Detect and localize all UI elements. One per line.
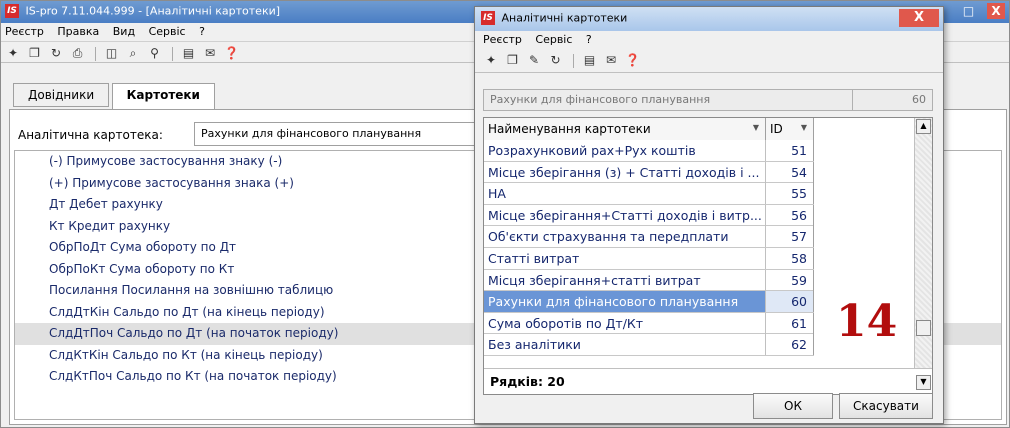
- cell-name: Без аналітики: [484, 334, 766, 356]
- analytic-cards-dialog: IS Аналітичні картотеки X Реєстр Сервіс …: [474, 6, 944, 424]
- sort-arrow-icon[interactable]: ▼: [801, 123, 807, 132]
- menu-item[interactable]: Сервіс: [149, 25, 186, 38]
- tab-strip: Довідники Картотеки: [13, 83, 215, 110]
- menu-item[interactable]: Вид: [113, 25, 135, 38]
- sort-arrow-icon[interactable]: ▼: [753, 123, 759, 132]
- form-icon[interactable]: ▤: [582, 52, 598, 68]
- close-button[interactable]: X: [987, 3, 1005, 19]
- table-row[interactable]: Об'єкти страхування та передплати 57: [484, 226, 814, 248]
- table-row[interactable]: Місце зберігання+Статті доходів і витр..…: [484, 204, 814, 227]
- tab-dovidnyky[interactable]: Довідники: [13, 83, 110, 107]
- cell-name: Сума оборотів по Дт/Кт: [484, 312, 766, 334]
- table-row-selected[interactable]: Рахунки для фінансового планування 60: [484, 291, 814, 313]
- dialog-title-bar: IS Аналітичні картотеки X: [475, 7, 943, 31]
- info-text: Рахунки для фінансового планування: [490, 93, 711, 106]
- column-header-id[interactable]: ID ▼: [766, 118, 814, 140]
- info-number: 60: [852, 90, 932, 110]
- maximize-button[interactable]: □: [960, 3, 978, 19]
- cell-id: 54: [766, 161, 814, 183]
- print-icon[interactable]: ⎙: [70, 45, 86, 61]
- toolbar-separator: [172, 47, 173, 61]
- cell-id: 61: [766, 312, 814, 334]
- cell-id: 55: [766, 183, 814, 205]
- main-window-title: IS-pro 7.11.044.999 - [Аналітичні картот…: [25, 4, 281, 18]
- new-doc-icon[interactable]: ✦: [483, 52, 499, 68]
- column-header-id-label: ID: [770, 122, 783, 136]
- scroll-thumb[interactable]: [916, 320, 931, 336]
- cell-id: 57: [766, 226, 814, 248]
- scroll-up-icon[interactable]: ▲: [916, 119, 931, 134]
- dialog-toolbar: ✦ ❐ ✎ ↻ ▤ ✉ ❓: [475, 49, 943, 73]
- edit-doc-icon[interactable]: ✎: [526, 52, 542, 68]
- search-icon[interactable]: ⌕: [125, 45, 141, 61]
- scroll-down-icon[interactable]: ▼: [916, 375, 931, 390]
- mail-icon[interactable]: ✉: [603, 52, 619, 68]
- toolbar-separator: [95, 47, 96, 61]
- grid-rows: Розрахунковий рах+Рух коштів 51 Місце зб…: [484, 140, 814, 356]
- cell-id: 58: [766, 247, 814, 269]
- menu-item[interactable]: Сервіс: [535, 33, 572, 46]
- menu-item[interactable]: ?: [199, 25, 205, 38]
- column-header-name[interactable]: Найменування картотеки ▼: [484, 118, 766, 140]
- columns-icon[interactable]: ◫: [104, 45, 120, 61]
- grid-footer: Рядків: 20 ▼: [484, 368, 932, 394]
- cell-id: 56: [766, 204, 814, 226]
- help-icon[interactable]: ❓: [625, 52, 641, 68]
- table-row[interactable]: Сума оборотів по Дт/Кт 61: [484, 312, 814, 335]
- help-icon[interactable]: ❓: [224, 45, 240, 61]
- app-logo-icon: IS: [481, 11, 495, 25]
- ok-button[interactable]: ОК: [753, 393, 833, 419]
- cell-name: Місця зберігання+статті витрат: [484, 269, 766, 291]
- table-row[interactable]: Статті витрат 58: [484, 247, 814, 270]
- mail-icon[interactable]: ✉: [202, 45, 218, 61]
- copy-doc-icon[interactable]: ❐: [505, 52, 521, 68]
- app-logo-icon: IS: [5, 4, 19, 18]
- menu-item[interactable]: Реєстр: [483, 33, 522, 46]
- cell-name: НА: [484, 183, 766, 205]
- cell-name: Розрахунковий рах+Рух коштів: [484, 140, 766, 161]
- cell-id: 59: [766, 269, 814, 291]
- tab-kartoteky[interactable]: Картотеки: [111, 83, 215, 110]
- cell-id: 62: [766, 334, 814, 356]
- menu-item[interactable]: Реєстр: [5, 25, 44, 38]
- cell-name: Об'єкти страхування та передплати: [484, 226, 766, 248]
- dialog-menubar: Реєстр Сервіс ?: [475, 31, 943, 49]
- row-count: Рядків: 20: [490, 374, 565, 389]
- form-icon[interactable]: ▤: [181, 45, 197, 61]
- filter-icon[interactable]: ⚲: [147, 45, 163, 61]
- cell-name: Місце зберігання (з) + Статті доходів і …: [484, 161, 766, 183]
- cards-grid: Найменування картотеки ▼ ID ▼ Розрахунко…: [483, 117, 933, 395]
- table-row[interactable]: НА 55: [484, 183, 814, 205]
- vertical-scrollbar[interactable]: ▲: [914, 118, 932, 368]
- menu-item[interactable]: ?: [586, 33, 592, 46]
- refresh-icon[interactable]: ↻: [548, 52, 564, 68]
- analytic-card-field[interactable]: Рахунки для фінансового планування: [194, 122, 494, 146]
- copy-doc-icon[interactable]: ❐: [27, 45, 43, 61]
- annotation-number: 14: [836, 296, 898, 347]
- menu-item[interactable]: Правка: [57, 25, 99, 38]
- refresh-icon[interactable]: ↻: [48, 45, 64, 61]
- table-row[interactable]: Місця зберігання+статті витрат 59: [484, 269, 814, 292]
- column-header-name-label: Найменування картотеки: [488, 122, 651, 136]
- toolbar-separator: [573, 54, 574, 68]
- cell-name: Статті витрат: [484, 247, 766, 269]
- cell-name: Рахунки для фінансового планування: [484, 291, 766, 313]
- dialog-title: Аналітичні картотеки: [501, 11, 628, 25]
- table-row[interactable]: Без аналітики 62: [484, 334, 814, 356]
- dialog-close-button[interactable]: X: [899, 9, 939, 27]
- cell-name: Місце зберігання+Статті доходів і витр..…: [484, 204, 766, 226]
- cell-id: 51: [766, 140, 814, 161]
- cancel-button[interactable]: Скасувати: [839, 393, 933, 419]
- cell-id: 60: [766, 291, 814, 313]
- table-row[interactable]: Місце зберігання (з) + Статті доходів і …: [484, 161, 814, 184]
- selected-card-info: Рахунки для фінансового планування 60: [483, 89, 933, 111]
- new-doc-icon[interactable]: ✦: [5, 45, 21, 61]
- analytic-card-label: Аналітична картотека:: [18, 128, 163, 142]
- grid-header: Найменування картотеки ▼ ID ▼: [484, 118, 814, 140]
- table-row[interactable]: Розрахунковий рах+Рух коштів 51: [484, 140, 814, 162]
